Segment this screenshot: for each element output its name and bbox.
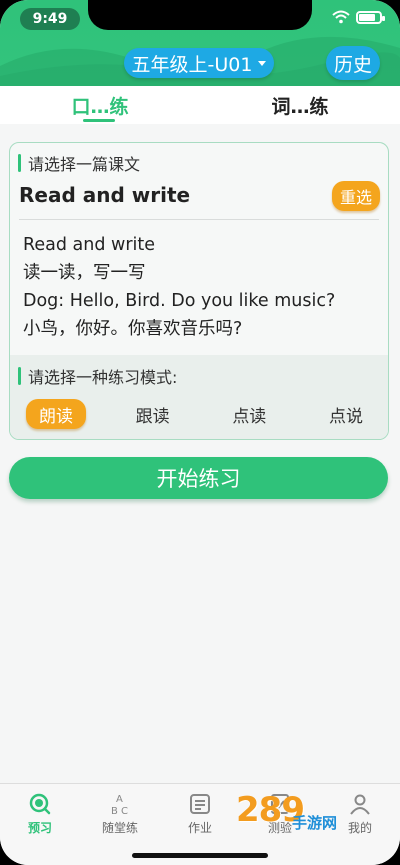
lesson-prompt-text: 请选择一篇课文 — [28, 155, 141, 174]
section-marker — [18, 154, 21, 172]
svg-text:C: C — [121, 806, 128, 816]
mode-section: 请选择一种练习模式: 朗读 跟读 点读 点说 — [10, 355, 388, 439]
grade-unit-selector[interactable]: 五年级上-U01 — [124, 48, 274, 78]
lesson-title: Read and write — [19, 183, 191, 207]
device-notch — [88, 0, 312, 30]
caret-down-icon — [258, 60, 267, 66]
svg-text:A: A — [116, 794, 123, 805]
lesson-card: 请选择一篇课文 Read and write 重选 Read and write… — [9, 142, 389, 440]
lesson-line: Dog: Hello, Bird. Do you like music? — [23, 291, 336, 311]
tab-oral-practice[interactable]: 口…练 — [0, 86, 200, 124]
section-marker — [18, 367, 21, 385]
practice-tabs: 口…练 词…练 — [0, 86, 400, 124]
start-practice-button[interactable]: 开始练习 — [9, 457, 388, 499]
battery-icon — [356, 10, 385, 24]
lesson-line: 读一读，写一写 — [23, 263, 146, 283]
mode-point-read[interactable]: 点读 — [219, 399, 279, 429]
lesson-text: Read and write 读一读，写一写 Dog: Hello, Bird.… — [23, 231, 335, 343]
lesson-line: 小鸟，你好。你喜欢音乐吗? — [23, 319, 243, 339]
watermark-caption: 手游网 — [292, 814, 338, 832]
nav-label: 随堂练 — [101, 821, 138, 835]
site-watermark: 289 手游网 — [236, 786, 386, 834]
mode-point-speak[interactable]: 点说 — [316, 399, 376, 429]
search-icon — [28, 792, 52, 816]
app-screen: 9:49 五年级上-U01 历史 口…练 词…练 请选择一篇课文 Read an… — [0, 0, 400, 865]
lesson-prompt: 请选择一篇课文 — [18, 151, 140, 175]
tab-word-practice[interactable]: 词…练 — [200, 86, 400, 124]
reselect-button[interactable]: 重选 — [332, 181, 380, 211]
home-indicator[interactable] — [132, 853, 268, 858]
mode-read-aloud[interactable]: 朗读 — [26, 399, 86, 429]
history-button[interactable]: 历史 — [326, 46, 380, 80]
grade-unit-label: 五年级上-U01 — [131, 53, 253, 76]
lesson-line: Read and write — [23, 235, 156, 255]
nav-item-preview[interactable]: 预习 — [0, 784, 80, 865]
wifi-icon — [332, 10, 350, 24]
document-icon — [188, 792, 212, 816]
status-time: 9:49 — [20, 8, 80, 30]
abc-icon: ABC — [108, 792, 132, 816]
mode-prompt: 请选择一种练习模式: — [18, 364, 177, 388]
mode-prompt-text: 请选择一种练习模式: — [28, 368, 178, 387]
header: 9:49 五年级上-U01 历史 — [0, 0, 400, 86]
mode-options: 朗读 跟读 点读 点说 — [26, 399, 376, 429]
divider — [19, 219, 379, 220]
nav-label: 预习 — [27, 821, 52, 835]
mode-follow-read[interactable]: 跟读 — [123, 399, 183, 429]
nav-label: 作业 — [187, 821, 212, 835]
status-icons — [332, 10, 385, 24]
svg-text:B: B — [111, 806, 118, 816]
